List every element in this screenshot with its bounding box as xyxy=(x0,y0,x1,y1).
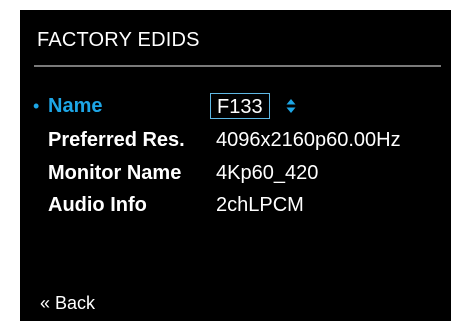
name-selector[interactable]: F133 xyxy=(210,93,270,119)
field-label-name: Name xyxy=(48,95,103,117)
field-value-preferred-res: 4096x2160p60.00Hz xyxy=(216,129,401,151)
up-down-arrow-icon[interactable] xyxy=(286,98,296,114)
field-row-audio-info: Audio Info 2chLPCM xyxy=(20,191,451,219)
field-row-preferred-res: Preferred Res. 4096x2160p60.00Hz xyxy=(20,126,451,154)
field-label-audio-info: Audio Info xyxy=(48,194,147,216)
field-value-monitor-name: 4Kp60_420 xyxy=(216,162,319,184)
device-screen: FACTORY EDIDS • Name F133 Preferred Res.… xyxy=(20,10,451,321)
header-divider xyxy=(34,65,441,67)
field-label-preferred-res: Preferred Res. xyxy=(48,129,185,151)
back-button[interactable]: « Back xyxy=(40,293,95,314)
selection-bullet: • xyxy=(33,96,40,116)
field-value-audio-info: 2chLPCM xyxy=(216,194,304,216)
field-row-name[interactable]: • Name F133 xyxy=(20,92,451,120)
field-label-monitor-name: Monitor Name xyxy=(48,162,182,184)
field-row-monitor-name: Monitor Name 4Kp60_420 xyxy=(20,159,451,187)
page-title: FACTORY EDIDS xyxy=(37,29,200,51)
